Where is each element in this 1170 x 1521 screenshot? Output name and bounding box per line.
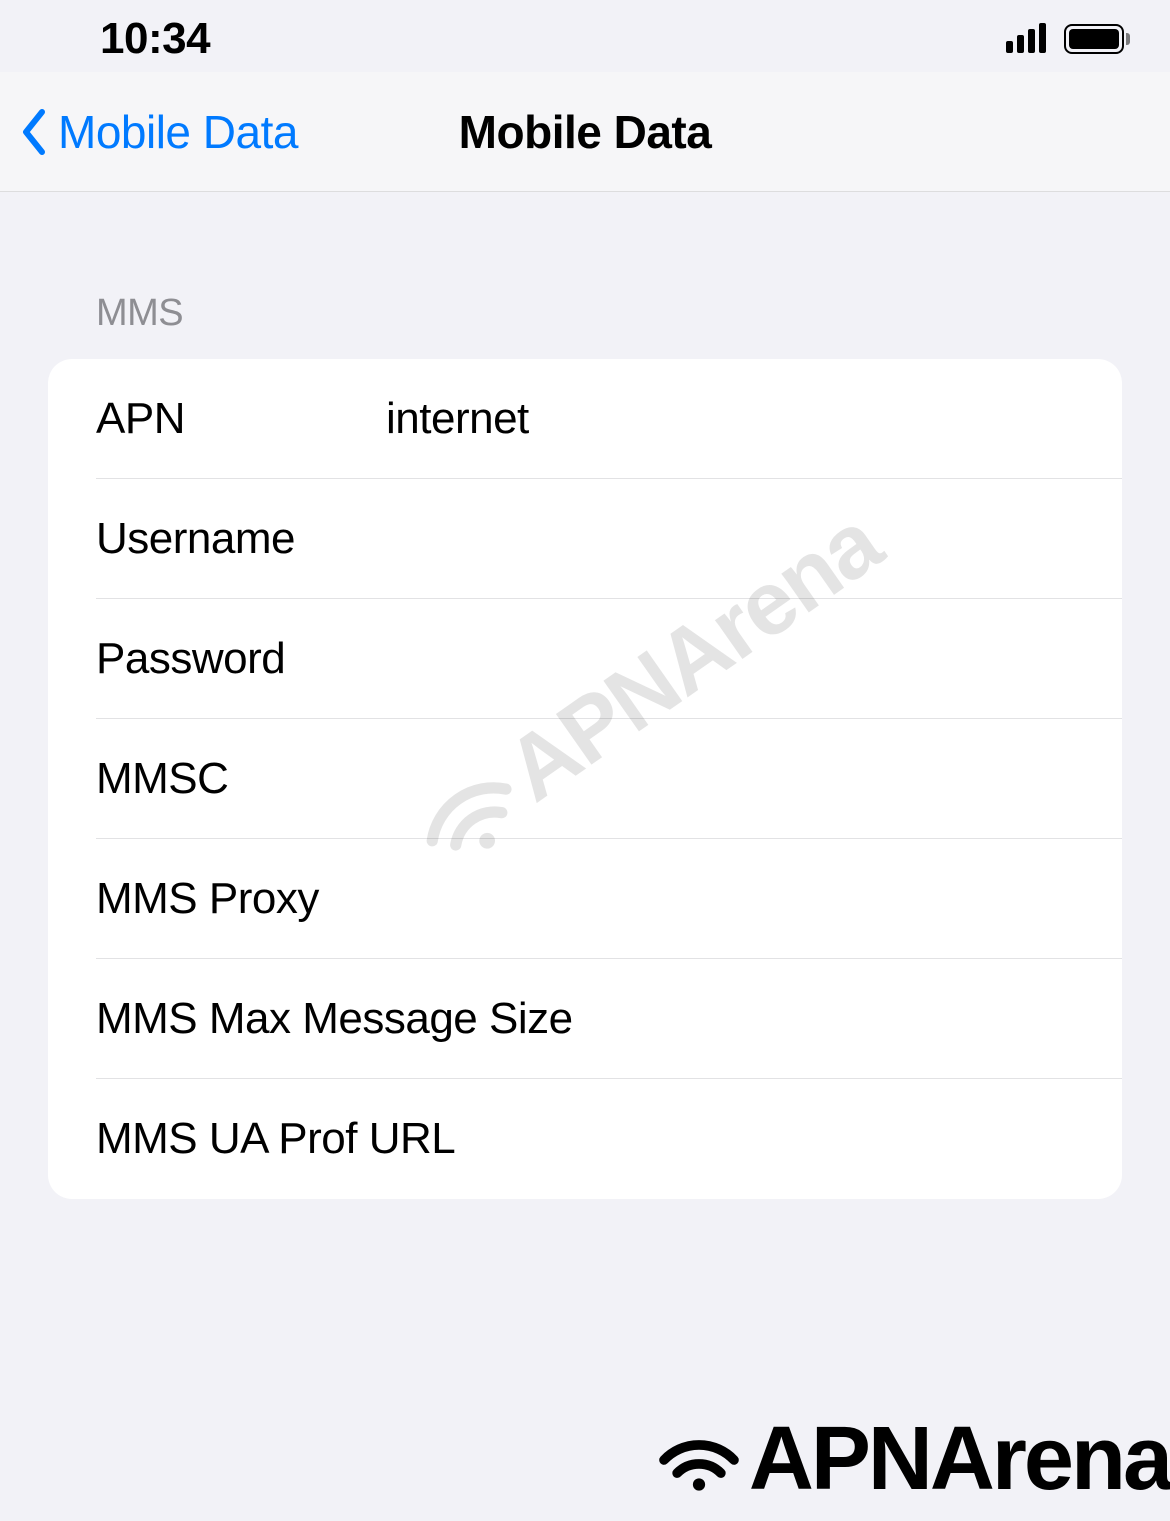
password-input[interactable] [386, 634, 1082, 684]
wifi-icon [649, 1425, 749, 1495]
mms-proxy-label: MMS Proxy [96, 874, 386, 924]
mmsc-input[interactable] [386, 754, 1082, 804]
apn-row[interactable]: APN [48, 359, 1122, 479]
mms-ua-prof-url-label: MMS UA Prof URL [96, 1114, 455, 1164]
status-time: 10:34 [100, 14, 210, 64]
username-row[interactable]: Username [48, 479, 1122, 599]
cellular-signal-icon [1006, 25, 1046, 53]
mms-settings-group: APN Username Password MMSC MMS Proxy MMS… [48, 359, 1122, 1199]
back-button-label: Mobile Data [58, 105, 298, 159]
footer-watermark-text: APNArena [749, 1408, 1170, 1511]
status-icons [1006, 24, 1130, 54]
password-row[interactable]: Password [48, 599, 1122, 719]
status-bar: 10:34 [0, 0, 1170, 72]
mms-ua-prof-url-row[interactable]: MMS UA Prof URL [48, 1079, 1122, 1199]
battery-icon [1064, 24, 1130, 54]
footer-watermark: APNArena [649, 1408, 1170, 1511]
apn-input[interactable] [386, 394, 1082, 444]
mms-max-size-input[interactable] [573, 994, 1122, 1044]
mmsc-row[interactable]: MMSC [48, 719, 1122, 839]
mmsc-label: MMSC [96, 754, 386, 804]
username-label: Username [96, 514, 386, 564]
mms-max-size-row[interactable]: MMS Max Message Size [48, 959, 1122, 1079]
back-button[interactable]: Mobile Data [20, 105, 298, 159]
navigation-bar: Mobile Data Mobile Data [0, 72, 1170, 192]
password-label: Password [96, 634, 386, 684]
mms-ua-prof-url-input[interactable] [455, 1114, 1082, 1164]
mms-proxy-row[interactable]: MMS Proxy [48, 839, 1122, 959]
chevron-left-icon [20, 108, 48, 156]
section-header-mms: MMS [0, 192, 1170, 359]
mms-proxy-input[interactable] [386, 874, 1082, 924]
apn-label: APN [96, 394, 386, 444]
page-title: Mobile Data [459, 105, 712, 159]
mms-max-size-label: MMS Max Message Size [96, 994, 573, 1044]
username-input[interactable] [386, 514, 1082, 564]
